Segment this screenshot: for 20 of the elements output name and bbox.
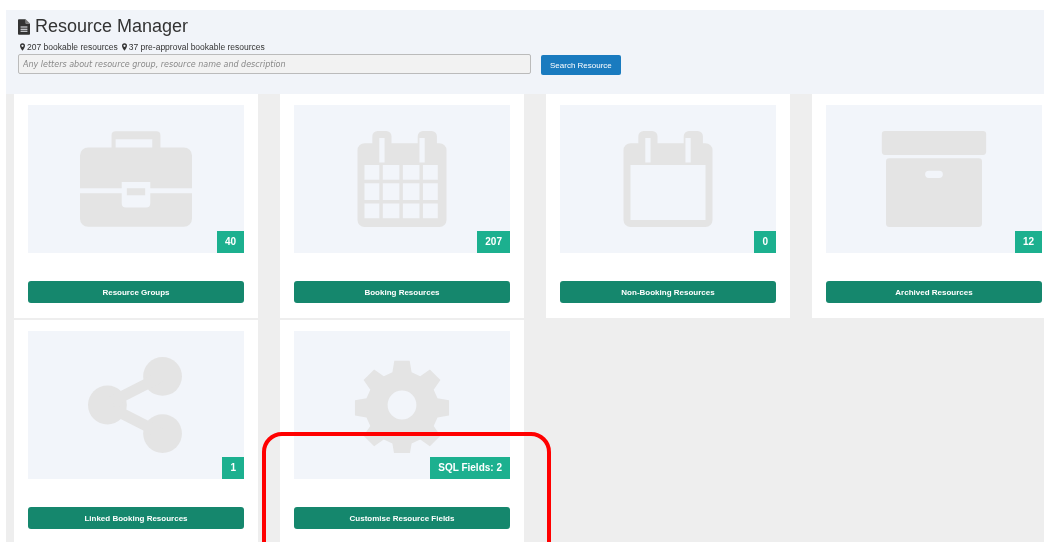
card-button[interactable]: Customise Resource Fields [294,507,510,529]
card-button[interactable]: Archived Resources [826,281,1042,303]
card-button[interactable]: Booking Resources [294,281,510,303]
search-field[interactable]: Any letters about resource group, resource name and description [18,54,531,74]
search-resource-button[interactable]: Search Resource [541,55,621,75]
map-marker-icon [20,43,25,51]
resource-count-text: 207 bookable resources [27,42,118,52]
count-badge: SQL Fields: 2 [430,457,510,479]
count-badge: 1 [222,457,244,479]
card-button[interactable]: Linked Booking Resources [28,507,244,529]
resource-count-text: 37 pre-approval bookable resources [128,42,265,52]
page-title: Resource Manager [35,16,189,37]
count-badge: 207 [477,231,510,253]
document-icon [18,18,30,35]
count-badge: 40 [216,231,244,253]
card-button[interactable]: Resource Groups [28,281,244,303]
map-marker-icon [121,43,127,51]
card-button[interactable]: Non-Booking Resources [560,281,776,303]
count-badge: 12 [1014,231,1042,253]
count-badge: 0 [754,231,776,253]
